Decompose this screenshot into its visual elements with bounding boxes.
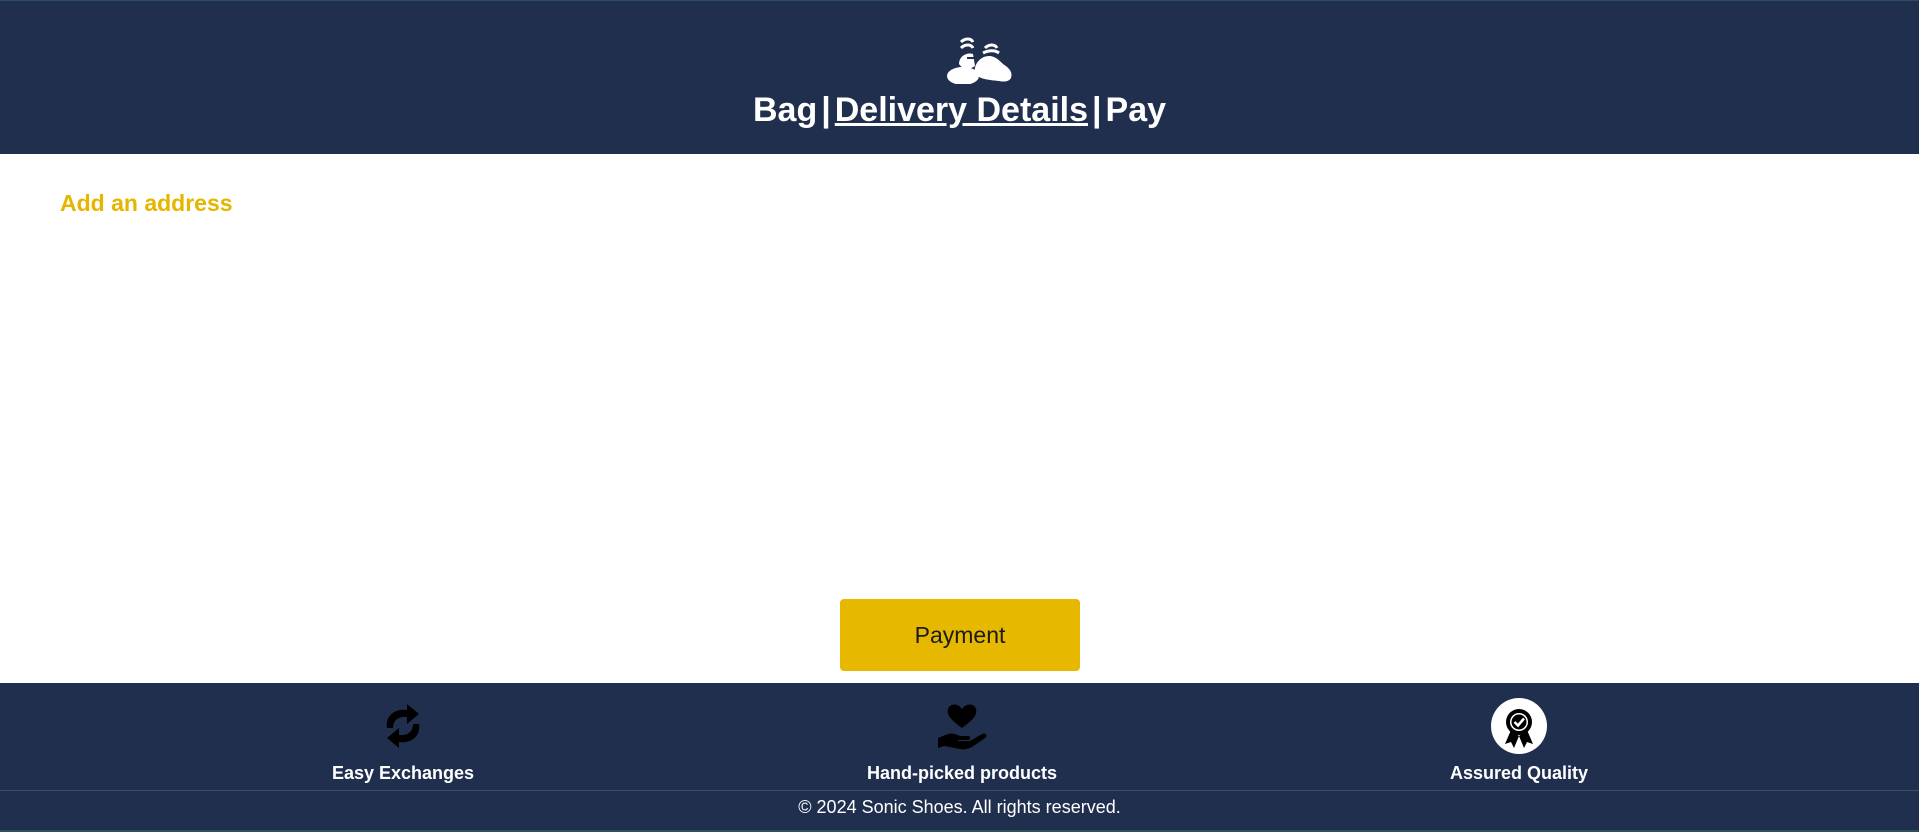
footer-divider xyxy=(0,790,1919,791)
payment-button[interactable]: Payment xyxy=(840,599,1080,671)
exchange-arrows-icon xyxy=(386,704,420,748)
feature-label: Hand-picked products xyxy=(866,763,1058,783)
checkout-steps: Bag | Delivery Details | Pay xyxy=(0,90,1919,130)
step-bag[interactable]: Bag xyxy=(753,91,817,129)
quality-badge-icon xyxy=(1491,698,1547,754)
checkout-page: Bag | Delivery Details | Pay Add an address … xyxy=(0,0,1919,832)
step-pay[interactable]: Pay xyxy=(1106,91,1167,129)
shoes-icon xyxy=(947,37,1012,84)
add-address-link[interactable]: Add an address xyxy=(60,189,233,217)
step-separator: | xyxy=(821,91,831,129)
site-footer: Easy Exchanges Hand-picked products Assu… xyxy=(0,683,1919,832)
feature-label: Easy Exchanges xyxy=(331,763,475,783)
hand-heart-icon xyxy=(938,704,987,750)
checkout-header: Bag | Delivery Details | Pay xyxy=(0,0,1919,154)
step-delivery-details[interactable]: Delivery Details xyxy=(835,91,1088,129)
step-separator: | xyxy=(1092,91,1102,129)
feature-label: Assured Quality xyxy=(1449,763,1589,783)
copyright-text: © 2024 Sonic Shoes. All rights reserved. xyxy=(798,797,1121,817)
